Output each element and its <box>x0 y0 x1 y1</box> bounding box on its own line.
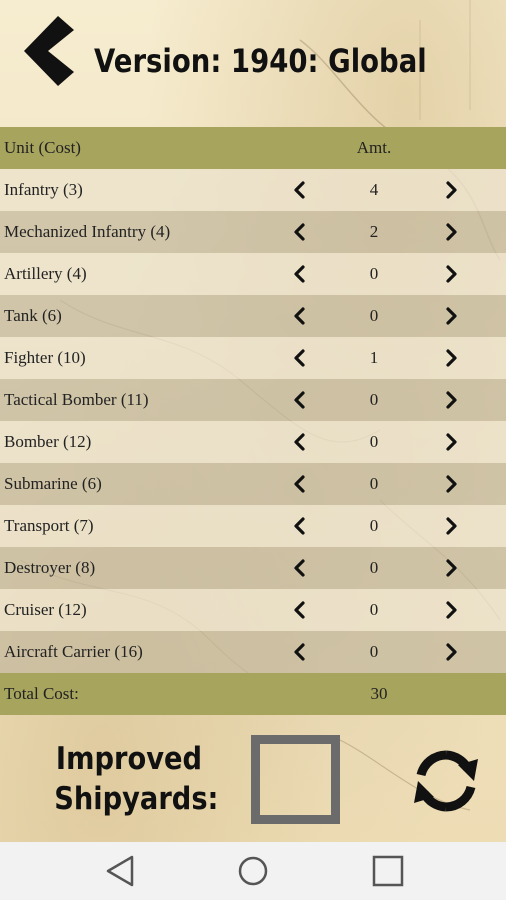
unit-name: Tactical Bomber (11) <box>4 390 149 409</box>
increment-button[interactable] <box>441 558 461 578</box>
chevron-left-icon <box>294 307 305 325</box>
chevron-right-icon <box>446 265 457 283</box>
chevron-right-icon <box>446 349 457 367</box>
table-row: Infantry (3) 4 <box>0 169 506 211</box>
page-title: Version: 1940: Global <box>94 42 427 80</box>
nav-recents-button[interactable] <box>369 854 405 888</box>
chevron-right-icon <box>446 643 457 661</box>
decrement-button[interactable] <box>290 348 310 368</box>
refresh-icon <box>414 750 478 812</box>
unit-rows: Infantry (3) 4 Mechanized Infantry (4) 2 Art… <box>0 169 506 673</box>
chevron-right-icon <box>446 433 457 451</box>
decrement-button[interactable] <box>290 222 310 242</box>
chevron-right-icon <box>446 391 457 409</box>
unit-table: Unit (Cost) Amt. Infantry (3) 4 Mechanized… <box>0 127 506 715</box>
table-row: Bomber (12) 0 <box>0 421 506 463</box>
header: Version: 1940: Global <box>0 0 506 128</box>
unit-name: Mechanized Infantry (4) <box>4 222 171 241</box>
decrement-button[interactable] <box>290 306 310 326</box>
chevron-right-icon <box>446 475 457 493</box>
table-row: Tactical Bomber (11) 0 <box>0 379 506 421</box>
chevron-left-icon <box>294 349 305 367</box>
unit-name: Cruiser (12) <box>4 600 87 619</box>
chevron-right-icon <box>446 601 457 619</box>
square-recents-icon <box>372 855 404 887</box>
table-row: Submarine (6) 0 <box>0 463 506 505</box>
decrement-button[interactable] <box>290 558 310 578</box>
chevron-left-icon <box>294 433 305 451</box>
triangle-back-icon <box>106 855 134 887</box>
chevron-right-icon <box>446 223 457 241</box>
unit-name: Submarine (6) <box>4 474 102 493</box>
decrement-button[interactable] <box>290 180 310 200</box>
decrement-button[interactable] <box>290 432 310 452</box>
table-header-row: Unit (Cost) Amt. <box>0 127 506 169</box>
decrement-button[interactable] <box>290 264 310 284</box>
increment-button[interactable] <box>441 516 461 536</box>
increment-button[interactable] <box>441 642 461 662</box>
table-row: Cruiser (12) 0 <box>0 589 506 631</box>
table-row: Fighter (10) 1 <box>0 337 506 379</box>
table-row: Transport (7) 0 <box>0 505 506 547</box>
unit-name: Destroyer (8) <box>4 558 96 577</box>
increment-button[interactable] <box>441 180 461 200</box>
decrement-button[interactable] <box>290 474 310 494</box>
increment-button[interactable] <box>441 222 461 242</box>
back-button[interactable] <box>22 14 78 88</box>
improved-shipyards-label: Improved Shipyards: <box>54 739 219 819</box>
increment-button[interactable] <box>441 474 461 494</box>
chevron-right-icon <box>446 517 457 535</box>
unit-name: Transport (7) <box>4 516 94 535</box>
improved-shipyards-checkbox[interactable] <box>251 735 340 824</box>
improved-shipyards-label-line1: Improved <box>55 741 203 777</box>
chevron-left-icon <box>294 475 305 493</box>
unit-name: Infantry (3) <box>4 180 83 199</box>
table-row: Mechanized Infantry (4) 2 <box>0 211 506 253</box>
chevron-left-icon <box>24 16 74 86</box>
total-label: Total Cost: <box>4 684 79 703</box>
decrement-button[interactable] <box>290 390 310 410</box>
increment-button[interactable] <box>441 306 461 326</box>
decrement-button[interactable] <box>290 600 310 620</box>
chevron-left-icon <box>294 391 305 409</box>
increment-button[interactable] <box>441 264 461 284</box>
unit-name: Bomber (12) <box>4 432 92 451</box>
system-navigation-bar <box>0 842 506 900</box>
options-panel: Improved Shipyards: <box>0 715 506 842</box>
table-row: Aircraft Carrier (16) 0 <box>0 631 506 673</box>
chevron-left-icon <box>294 601 305 619</box>
nav-home-button[interactable] <box>235 854 271 888</box>
column-header-unit: Unit (Cost) <box>4 138 81 157</box>
nav-back-button[interactable] <box>102 854 138 888</box>
table-row: Artillery (4) 0 <box>0 253 506 295</box>
decrement-button[interactable] <box>290 516 310 536</box>
chevron-left-icon <box>294 181 305 199</box>
total-row: Total Cost: 30 <box>0 673 506 715</box>
chevron-left-icon <box>294 265 305 283</box>
increment-button[interactable] <box>441 348 461 368</box>
chevron-left-icon <box>294 223 305 241</box>
table-row: Tank (6) 0 <box>0 295 506 337</box>
chevron-right-icon <box>446 307 457 325</box>
reset-button[interactable] <box>412 747 480 815</box>
unit-name: Tank (6) <box>4 306 62 325</box>
chevron-left-icon <box>294 517 305 535</box>
increment-button[interactable] <box>441 600 461 620</box>
increment-button[interactable] <box>441 390 461 410</box>
chevron-right-icon <box>446 181 457 199</box>
increment-button[interactable] <box>441 432 461 452</box>
decrement-button[interactable] <box>290 642 310 662</box>
circle-home-icon <box>238 856 268 886</box>
unit-name: Artillery (4) <box>4 264 87 283</box>
chevron-left-icon <box>294 559 305 577</box>
table-row: Destroyer (8) 0 <box>0 547 506 589</box>
improved-shipyards-label-line2: Shipyards: <box>54 781 219 817</box>
unit-name: Fighter (10) <box>4 348 86 367</box>
chevron-right-icon <box>446 559 457 577</box>
unit-name: Aircraft Carrier (16) <box>4 642 143 661</box>
chevron-left-icon <box>294 643 305 661</box>
